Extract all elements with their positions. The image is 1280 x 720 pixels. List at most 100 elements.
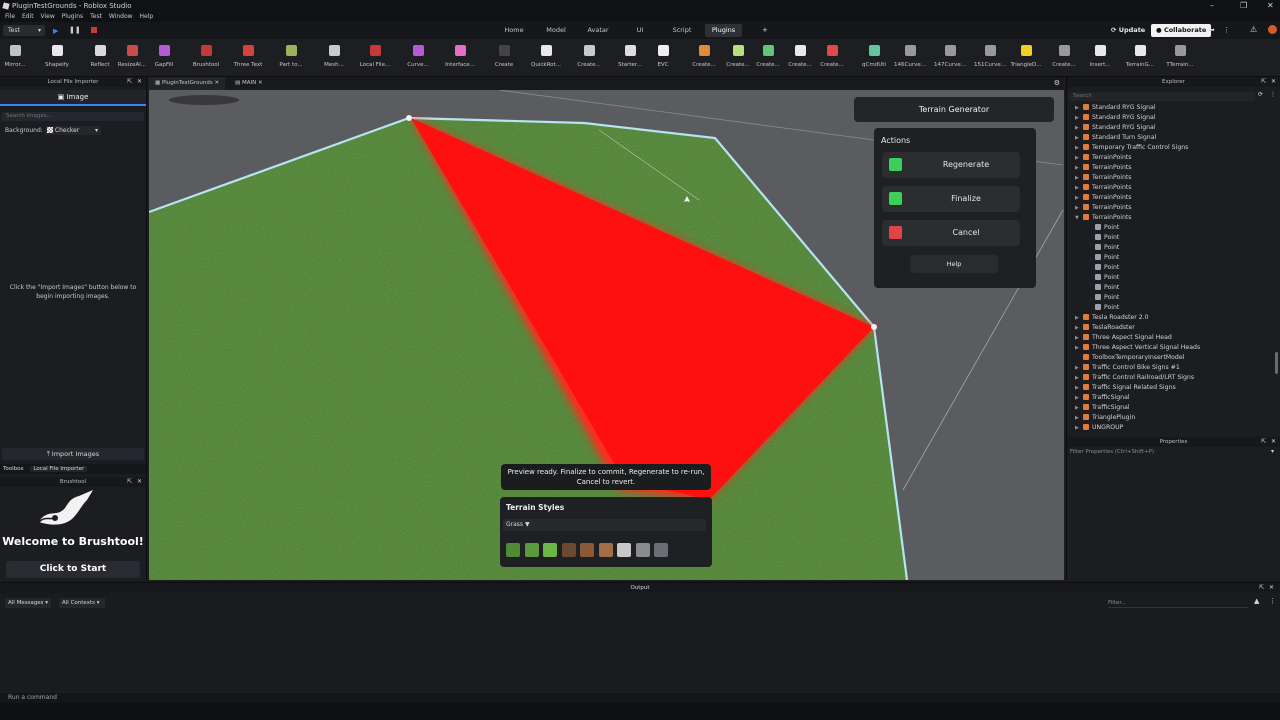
tree-item-model[interactable]: ▶ TerrainPoints [1067, 183, 1132, 193]
tree-item-model[interactable]: ▶ TerrainPoints [1067, 193, 1132, 203]
close-panel-icon[interactable]: ✕ [137, 478, 142, 485]
terrain-material-swatch[interactable] [580, 543, 594, 557]
avatar[interactable] [1268, 25, 1277, 34]
close-panel-icon[interactable]: ✕ [137, 78, 142, 85]
plugin-tool-button[interactable]: Part to... [271, 45, 311, 75]
output-filter-input[interactable]: Filter... [1108, 598, 1248, 608]
tab-plugintestgrounds[interactable]: ▦ PluginTestGrounds ✕ [149, 77, 226, 90]
close-panel-icon[interactable]: ✕ [1269, 584, 1274, 591]
update-button[interactable]: ⟳ Update [1106, 24, 1150, 37]
expand-arrow-icon[interactable]: ▶ [1075, 123, 1083, 133]
expand-arrow-icon[interactable]: ▶ [1075, 103, 1083, 113]
expand-arrow-icon[interactable]: ▶ [1075, 323, 1083, 333]
regenerate-button[interactable]: Regenerate [882, 152, 1020, 178]
cancel-button[interactable]: Cancel [882, 220, 1020, 246]
tree-item-point[interactable]: Point [1067, 273, 1119, 283]
expand-arrow-icon[interactable]: ▶ [1075, 113, 1083, 123]
tree-item-model[interactable]: ▶ TrianglePlugin [1067, 413, 1135, 423]
mode-select[interactable]: Test ▾ [3, 25, 45, 36]
tree-item-model[interactable]: ▶ Three Aspect Vertical Signal Heads [1067, 343, 1200, 353]
tree-item-model[interactable]: ▶ TerrainPoints [1067, 173, 1132, 183]
add-tab-icon[interactable]: + [762, 26, 768, 34]
expand-arrow-icon[interactable]: ▶ [1075, 133, 1083, 143]
plugin-tool-button[interactable]: GapFill [144, 45, 184, 75]
background-select[interactable]: Checker ▾ [45, 126, 101, 135]
pin-icon[interactable]: ⇱ [127, 478, 132, 485]
expand-arrow-icon[interactable]: ▶ [1075, 143, 1083, 153]
more-icon[interactable]: ⋮ [1223, 26, 1230, 34]
pin-icon[interactable]: ⇱ [127, 78, 132, 85]
tab-script[interactable]: Script [666, 24, 698, 37]
menu-window[interactable]: Window [109, 13, 133, 20]
tab-ui[interactable]: UI [628, 24, 652, 37]
expand-arrow-icon[interactable]: ▶ [1075, 383, 1083, 393]
clear-output-icon[interactable]: ▲ [1254, 597, 1259, 605]
tree-item-model[interactable]: ▶ TerrainPoints [1067, 163, 1132, 173]
expand-arrow-icon[interactable]: ▶ [1075, 413, 1083, 423]
tree-item-point[interactable]: Point [1067, 303, 1119, 313]
search-images-input[interactable]: Search images... [2, 112, 144, 121]
pin-icon[interactable]: ⇱ [1261, 438, 1266, 445]
plugin-tool-button[interactable]: Shapeify [37, 45, 77, 75]
terrain-material-swatch[interactable] [598, 543, 613, 557]
3d-viewport[interactable]: Terrain Generator Actions Regenerate Fin… [149, 90, 1064, 580]
tree-item-model[interactable]: ▶ Tesla Roadster 2.0 [1067, 313, 1149, 323]
plugin-tool-button[interactable]: Create... [1044, 45, 1084, 75]
tree-item-model[interactable]: ▶ Standard RYG Signal [1067, 123, 1156, 133]
more-icon[interactable]: ⋮ [1270, 91, 1276, 98]
plugin-tool-button[interactable]: QuickRot... [526, 45, 566, 75]
plugin-tool-button[interactable]: Local File... [355, 45, 395, 75]
tab-avatar[interactable]: Avatar [582, 24, 614, 37]
messages-filter-select[interactable]: All Messages ▾ [5, 598, 51, 608]
close-tab-icon[interactable]: ✕ [258, 80, 263, 86]
tree-item-model[interactable]: ▶ TrafficSignal [1067, 393, 1130, 403]
terrain-material-swatch[interactable] [635, 543, 650, 557]
plugin-tool-button[interactable]: TerrainG... [1120, 45, 1160, 75]
expand-arrow-icon[interactable]: ▶ [1075, 183, 1083, 193]
expand-arrow-icon[interactable]: ▶ [1075, 193, 1083, 203]
menu-view[interactable]: View [41, 13, 55, 20]
tree-item-model[interactable]: ▶ Temporary Traffic Control Signs [1067, 143, 1188, 153]
plugin-tool-button[interactable]: 147Curve... [930, 45, 970, 75]
tree-item-model[interactable]: ▶ Traffic Control Bike Signs #1 [1067, 363, 1180, 373]
pin-icon[interactable]: ⇱ [1259, 584, 1264, 591]
plugin-tool-button[interactable]: Brushtool [186, 45, 226, 75]
plugin-tool-button[interactable]: TriangleD... [1006, 45, 1046, 75]
expand-arrow-icon[interactable]: ▶ [1075, 333, 1083, 343]
terrain-material-swatch[interactable] [561, 543, 576, 557]
help-button[interactable]: Help [910, 255, 998, 273]
share-icon[interactable]: ➦ [1209, 26, 1215, 34]
expand-arrow-icon[interactable]: ▶ [1075, 403, 1083, 413]
plugin-tool-button[interactable]: Insert... [1080, 45, 1120, 75]
close-panel-icon[interactable]: ✕ [1271, 78, 1276, 85]
more-icon[interactable]: ⋮ [1269, 597, 1276, 605]
menu-plugins[interactable]: Plugins [62, 13, 84, 20]
terrain-material-swatch[interactable] [524, 543, 539, 557]
play-icon[interactable]: ▶ [53, 27, 58, 35]
collaborate-button[interactable]: ● Collaborate [1151, 24, 1212, 37]
expand-arrow-icon[interactable]: ▶ [1075, 343, 1083, 353]
notification-bell-icon[interactable]: ⚠ [1250, 25, 1257, 34]
tree-item-model[interactable]: ▶ Standard RYG Signal [1067, 103, 1156, 113]
tab-home[interactable]: Home [500, 24, 528, 37]
tab-toolbox[interactable]: Toolbox [3, 466, 24, 472]
history-icon[interactable]: ⟳ [1258, 91, 1263, 98]
tree-item-point[interactable]: Point [1067, 243, 1119, 253]
plugin-tool-button[interactable]: EVC [643, 45, 683, 75]
tree-item-model[interactable]: ▶ TrafficSignal [1067, 403, 1130, 413]
terrain-material-swatch[interactable] [506, 543, 520, 557]
tree-item-model[interactable]: ToolboxTemporaryInsertModel [1067, 353, 1184, 363]
expand-arrow-icon[interactable]: ▶ [1075, 373, 1083, 383]
tab-model[interactable]: Model [540, 24, 572, 37]
plugin-tool-button[interactable]: TTerrain... [1160, 45, 1200, 75]
tree-item-point[interactable]: Point [1067, 293, 1119, 303]
plugin-tool-button[interactable]: Mesh... [314, 45, 354, 75]
stop-icon[interactable] [91, 27, 97, 33]
plugin-tool-button[interactable]: Create... [569, 45, 609, 75]
tree-item-model[interactable]: ▶ Standard Turn Signal [1067, 133, 1156, 143]
plugin-tool-button[interactable]: Create... [812, 45, 852, 75]
expand-arrow-icon[interactable]: ▶ [1075, 173, 1083, 183]
close-window-icon[interactable]: ✕ [1267, 0, 1274, 12]
menu-edit[interactable]: Edit [22, 13, 34, 20]
terrain-material-swatch[interactable] [543, 543, 557, 557]
